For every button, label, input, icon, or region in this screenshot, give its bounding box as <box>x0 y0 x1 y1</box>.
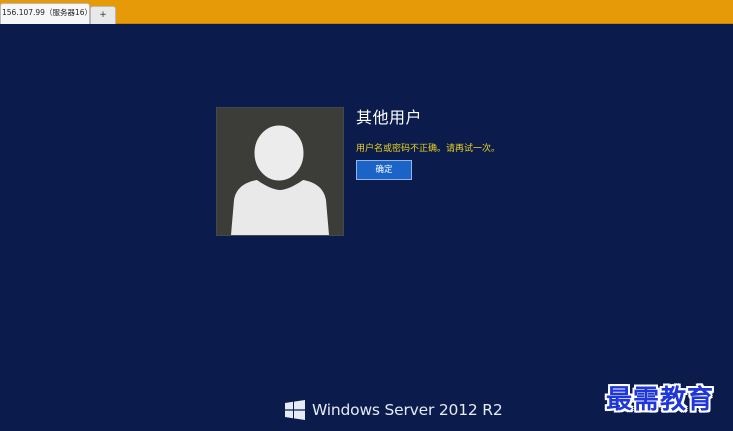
plus-icon: + <box>99 10 107 20</box>
session-tab-strip: 156.107.99（服务器16） + <box>0 0 733 24</box>
user-silhouette-icon <box>217 108 343 235</box>
user-avatar <box>216 107 344 236</box>
session-tab-label: 156.107.99（服务器16） <box>2 8 90 17</box>
session-tab[interactable]: 156.107.99（服务器16） <box>0 3 90 24</box>
login-error-message: 用户名或密码不正确。请再试一次。 <box>356 144 501 154</box>
watermark-logo: 最需教育 <box>606 385 715 415</box>
ok-button[interactable]: 确定 <box>356 160 412 180</box>
user-name-label: 其他用户 <box>356 108 423 127</box>
new-tab-button[interactable]: + <box>90 6 116 24</box>
os-name-text: Windows Server 2012 R2 <box>312 401 503 419</box>
windows-logo-icon <box>285 400 305 420</box>
ok-button-label: 确定 <box>375 165 393 175</box>
os-branding: Windows Server 2012 R2 <box>285 399 503 421</box>
remote-desktop-window: 156.107.99（服务器16） + 其他用户 用户名或密码不正确。请再试一次… <box>0 0 733 431</box>
windows-login-screen: 其他用户 用户名或密码不正确。请再试一次。 确定 Windows Server … <box>0 24 733 431</box>
